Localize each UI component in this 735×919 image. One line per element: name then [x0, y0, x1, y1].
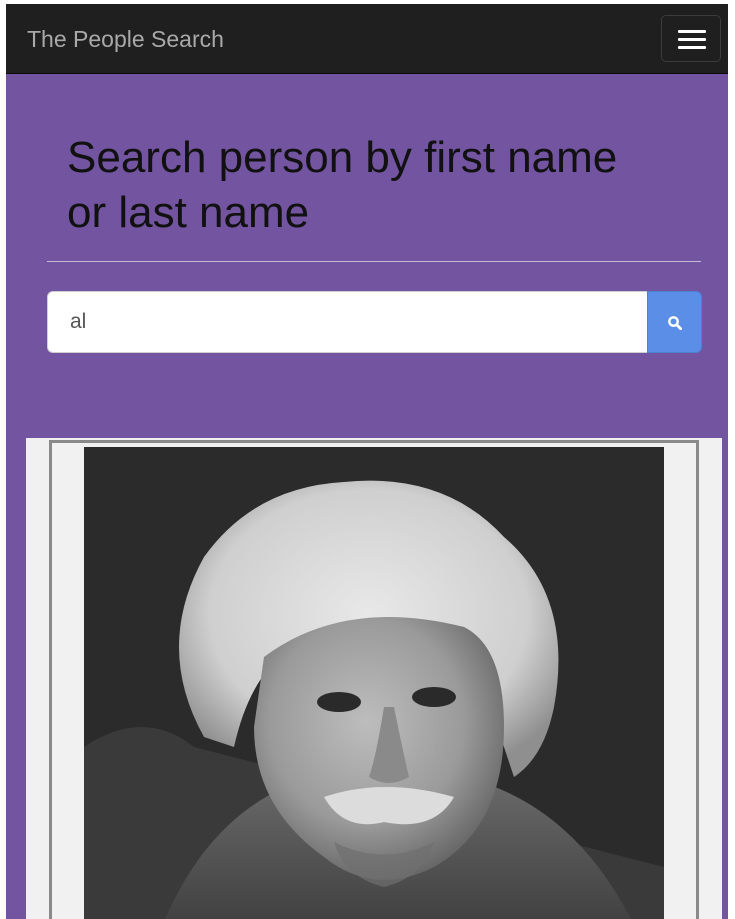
app-frame: The People Search Search person by first…: [6, 4, 728, 919]
page-title: Search person by first name or last name: [67, 133, 618, 237]
navbar: The People Search: [6, 4, 728, 74]
hamburger-menu-icon-bar: [678, 38, 706, 41]
search-button[interactable]: [647, 291, 702, 353]
result-card[interactable]: [49, 440, 699, 919]
hamburger-menu-icon-bar: [678, 46, 706, 49]
search-group: [47, 291, 702, 353]
brand-link[interactable]: The People Search: [27, 25, 224, 53]
results-list: [26, 438, 722, 919]
portrait-photo: [84, 447, 664, 919]
heading-divider: [47, 261, 701, 262]
portrait-photo-graphic: [84, 447, 664, 919]
search-icon: [668, 316, 683, 331]
menu-toggle-button[interactable]: [661, 15, 721, 62]
search-input[interactable]: [47, 291, 647, 353]
hamburger-menu-icon: [678, 30, 706, 33]
